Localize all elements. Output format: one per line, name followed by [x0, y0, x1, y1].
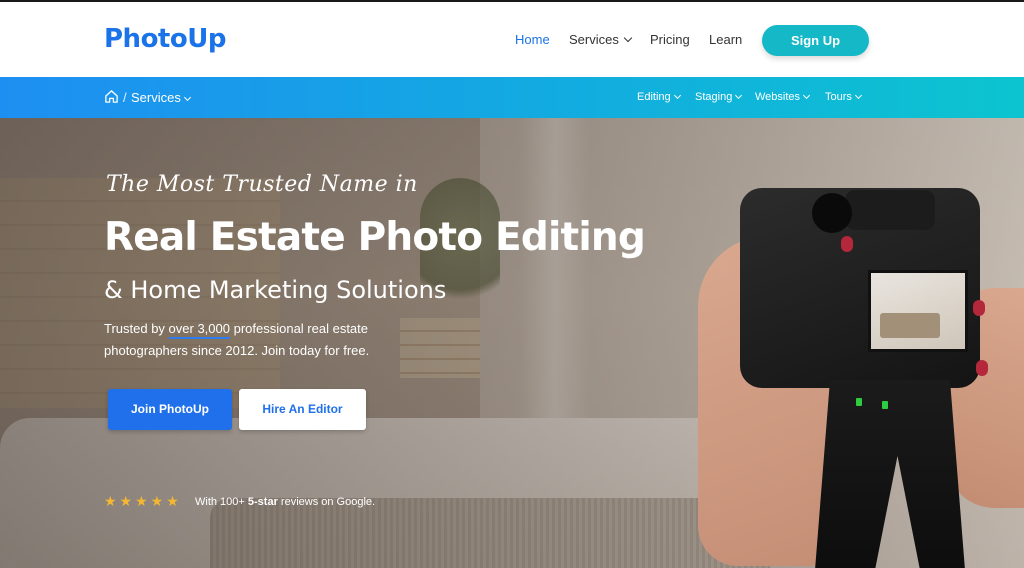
home-icon[interactable]: [104, 89, 119, 104]
site-header: PhotoUp Home Services Pricing Learn Sign…: [0, 2, 1024, 77]
breadcrumb-separator: /: [123, 90, 127, 105]
reviews-text-pre: With 100+: [195, 496, 248, 508]
hero-description-highlight: over 3,000: [168, 321, 230, 339]
subnav-editing[interactable]: Editing: [637, 91, 681, 103]
hero-subheadline: & Home Marketing Solutions: [104, 276, 447, 304]
photo-camera-screen-bed: [880, 313, 940, 338]
photo-tripod-level: [856, 398, 862, 406]
photo-camera-viewfinder: [812, 193, 852, 233]
reviews-text-bold: 5-star: [247, 496, 278, 508]
subnav-websites[interactable]: Websites: [755, 91, 811, 103]
chevron-down-icon: [854, 91, 862, 100]
hero-description-pre: Trusted by: [104, 321, 169, 336]
subnav-websites-label: Websites: [755, 91, 801, 103]
nav-home[interactable]: Home: [515, 32, 550, 47]
hero-headline: Real Estate Photo Editing: [104, 215, 646, 260]
photoup-logo[interactable]: PhotoUp: [104, 24, 226, 54]
star-rating-icon: ★★★★★: [104, 493, 182, 509]
chevron-down-icon: [673, 91, 681, 100]
breadcrumb-services-label: Services: [131, 90, 181, 105]
hero-tagline: The Most Trusted Name in: [106, 172, 418, 197]
chevron-down-icon: [803, 91, 811, 100]
sign-up-button[interactable]: Sign Up: [762, 25, 869, 56]
nav-pricing[interactable]: Pricing: [650, 32, 690, 47]
photo-nail: [841, 236, 853, 252]
hero-description: Trusted by over 3,000 professional real …: [104, 318, 424, 362]
subnav-staging-label: Staging: [695, 91, 733, 103]
chevron-down-icon: [183, 93, 191, 102]
nav-learn[interactable]: Learn: [709, 32, 742, 47]
chevron-down-icon: [735, 91, 743, 100]
reviews-text-post: reviews on Google.: [277, 496, 376, 508]
subnav-tours[interactable]: Tours: [825, 91, 862, 103]
photo-nail: [973, 300, 985, 316]
photo-tripod-level: [882, 401, 888, 409]
reviews-text: With 100+ 5-star reviews on Google.: [195, 496, 375, 508]
join-photoup-button[interactable]: Join PhotoUp: [108, 389, 232, 430]
hire-an-editor-button[interactable]: Hire An Editor: [239, 389, 366, 430]
services-subnav-bar: / Services Editing Staging Websites Tour…: [0, 77, 1024, 118]
nav-services[interactable]: Services: [569, 32, 633, 47]
subnav-tours-label: Tours: [825, 91, 852, 103]
breadcrumb-services[interactable]: Services: [131, 90, 191, 105]
subnav-staging[interactable]: Staging: [695, 91, 743, 103]
nav-services-label: Services: [569, 32, 619, 47]
subnav-editing-label: Editing: [637, 91, 671, 103]
photo-camera-screen: [868, 270, 968, 352]
photo-nail: [976, 360, 988, 376]
chevron-down-icon: [623, 33, 633, 43]
photo-camera-top: [845, 190, 935, 230]
